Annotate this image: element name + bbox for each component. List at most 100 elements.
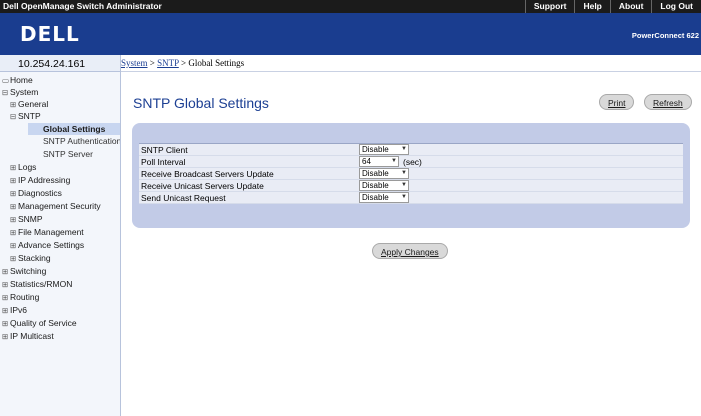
nav-item-ipv6[interactable]: ⊞ IPv6 [2,304,27,316]
plus-icon[interactable]: ⊞ [2,305,10,317]
breadcrumb-current: Global Settings [188,58,245,68]
nav-item-label: Global Settings [43,124,106,134]
log-out-link[interactable]: Log Out [651,0,701,13]
minus-icon[interactable]: ⊟ [2,87,10,99]
nav-item-general[interactable]: ⊞ General [10,98,48,110]
breadcrumb-separator: > [147,58,158,68]
chevron-down-icon: ▼ [401,170,407,176]
nav-item-management-security[interactable]: ⊞ Management Security [10,200,101,212]
nav-item-label: IP Multicast [10,331,54,341]
plus-icon[interactable]: ⊞ [10,188,18,200]
nav-item-sntp-server[interactable]: SNTP Server [43,148,93,160]
nav-item-ip-addressing[interactable]: ⊞ IP Addressing [10,174,70,186]
nav-item-label: Home [10,75,33,85]
nav-item-label: IPv6 [10,305,28,315]
apply-changes-button[interactable]: Apply Changes [372,243,448,259]
plus-icon[interactable]: ⊞ [2,292,10,304]
breadcrumb-sntp-link[interactable]: SNTP [157,58,179,68]
breadcrumb-separator: > [178,58,189,68]
nav-item-diagnostics[interactable]: ⊞ Diagnostics [10,187,62,199]
plus-icon[interactable]: ⊞ [2,318,10,330]
nav-item-quality-of-service[interactable]: ⊞ Quality of Service [2,317,77,329]
plus-icon[interactable]: ⊞ [10,201,18,213]
nav-item-global-settings[interactable]: Global Settings [28,123,120,135]
plus-icon[interactable]: ⊞ [10,253,18,265]
header-banner: DELL PowerConnect 622 [0,13,701,55]
nav-item-label: General [18,99,49,109]
chevron-down-icon: ▼ [401,182,407,188]
nav-item-label: Advance Settings [18,240,85,250]
receive-broadcast-label: Receive Broadcast Servers Update [141,169,274,179]
plus-icon[interactable]: ⊞ [10,175,18,187]
nav-item-logs[interactable]: ⊞ Logs [10,161,36,173]
nav-item-routing[interactable]: ⊞ Routing [2,291,39,303]
nav-item-label: IP Addressing [18,175,71,185]
nav-item-label: Logs [18,162,37,172]
nav-item-label: Switching [10,266,47,276]
top-links: Support Help About Log Out [524,0,701,13]
help-link[interactable]: Help [574,0,609,13]
plus-icon[interactable]: ⊞ [2,331,10,343]
dell-logo: DELL [20,22,80,46]
receive-broadcast-select[interactable]: Disable ▼ [359,168,409,179]
settings-table: SNTP Client Disable ▼ Poll Interval 64 ▼ (… [139,143,683,204]
receive-unicast-select[interactable]: Disable ▼ [359,180,409,191]
plus-icon[interactable]: ⊞ [2,279,10,291]
main-panel: SNTP Global Settings Print Refresh SNTP … [121,72,701,416]
receive-unicast-label: Receive Unicast Servers Update [141,181,264,191]
nav-item-label: SNTP Server [43,149,93,159]
nav-item-label: Stacking [18,253,51,263]
nav-item-system[interactable]: ⊟ System [2,86,38,98]
nav-item-statistics-rmon[interactable]: ⊞ Statistics/RMON [2,278,72,290]
nav-item-ip-multicast[interactable]: ⊞ IP Multicast [2,330,54,342]
select-value: 64 [362,157,371,166]
plus-icon[interactable]: ⊞ [2,266,10,278]
breadcrumb-system-link[interactable]: System [121,58,148,68]
nav-item-label: SNTP [18,111,41,121]
chevron-down-icon: ▼ [391,158,397,164]
nav-item-label: SNTP Authentication [43,136,121,146]
plus-icon[interactable]: ⊞ [10,214,18,226]
nav-item-file-management[interactable]: ⊞ File Management [10,226,84,238]
select-value: Disable [362,193,389,202]
table-row: Receive Unicast Servers Update Disable ▼ [139,180,683,192]
nav-item-label: SNMP [18,214,43,224]
chevron-down-icon: ▼ [401,146,407,152]
about-link[interactable]: About [609,0,652,13]
table-row: Receive Broadcast Servers Update Disable… [139,168,683,180]
settings-form-frame: SNTP Client Disable ▼ Poll Interval 64 ▼ (… [132,123,690,228]
nav-item-label: Quality of Service [10,318,77,328]
nav-item-switching[interactable]: ⊞ Switching [2,265,46,277]
nav-item-sntp-authentication[interactable]: SNTP Authentication [43,135,121,147]
sntp-client-select[interactable]: Disable ▼ [359,144,409,155]
refresh-button[interactable]: Refresh [644,94,692,110]
table-row: Poll Interval 64 ▼ (sec) [139,156,683,168]
minus-icon[interactable]: ⊟ [10,111,18,123]
nav-item-label: Diagnostics [18,188,62,198]
plus-icon[interactable]: ⊞ [10,240,18,252]
nav-item-label: System [10,87,39,97]
send-unicast-select[interactable]: Disable ▼ [359,192,409,203]
support-link[interactable]: Support [524,0,575,13]
product-name: PowerConnect 622 [631,31,699,40]
plus-icon[interactable]: ⊞ [10,227,18,239]
device-ip: 10.254.24.161 [0,55,121,72]
plus-icon[interactable]: ⊞ [10,162,18,174]
nav-item-stacking[interactable]: ⊞ Stacking [10,252,51,264]
nav-item-snmp[interactable]: ⊞ SNMP [10,213,43,225]
select-value: Disable [362,181,389,190]
app-title: Dell OpenManage Switch Administrator [3,1,162,11]
chevron-down-icon: ▼ [401,194,407,200]
sntp-client-label: SNTP Client [141,145,188,155]
nav-item-sntp[interactable]: ⊟ SNTP [10,110,41,122]
nav-item-label: Statistics/RMON [10,279,73,289]
nav-tree: ▭Home ⊟ System ⊞ General ⊟ SNTP Global Sett… [0,72,121,416]
nav-item-home[interactable]: ▭Home [2,74,33,86]
send-unicast-label: Send Unicast Request [141,193,226,203]
page-title: SNTP Global Settings [133,95,269,111]
nav-item-advance-settings[interactable]: ⊞ Advance Settings [10,239,84,251]
poll-interval-select[interactable]: 64 ▼ [359,156,399,167]
breadcrumb: System > SNTP > Global Settings [121,55,701,72]
print-button[interactable]: Print [599,94,635,110]
table-row: Send Unicast Request Disable ▼ [139,192,683,204]
